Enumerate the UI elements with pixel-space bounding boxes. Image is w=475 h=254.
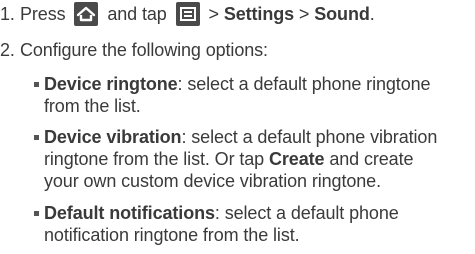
path-sound: Sound — [314, 4, 370, 24]
bullet-icon — [34, 211, 39, 216]
option-desc-cont: your own custom device vibration rington… — [44, 171, 381, 191]
step-text-press: Press — [20, 4, 66, 24]
path-settings: Settings — [223, 4, 295, 24]
step-text-and-tap: and tap — [107, 4, 167, 24]
option-title: Device vibration — [44, 127, 182, 147]
bullet-icon — [34, 82, 39, 87]
option-device-vibration: Device vibration: select a default phone… — [34, 126, 437, 148]
option-desc-cont: notification ringtone from the list. — [44, 225, 300, 245]
option-desc-cont: from the list. — [44, 96, 141, 116]
option-desc: : select a default phone vibration — [181, 127, 438, 147]
option-desc-cont: ringtone from the list. Or tap Create an… — [44, 148, 414, 170]
home-icon — [74, 2, 99, 26]
path-end: . — [369, 4, 375, 24]
step-number: 2. — [0, 40, 15, 60]
menu-icon — [175, 2, 200, 26]
option-device-ringtone: Device ringtone: select a default phone … — [34, 73, 431, 95]
create-label: Create — [269, 149, 325, 169]
option-desc-part: and create — [324, 149, 414, 169]
step-2: 2. Configure the following options: — [0, 39, 268, 61]
step-text: Configure the following options: — [20, 40, 268, 60]
option-default-notifications: Default notifications: select a default … — [34, 202, 399, 224]
instruction-document: 1. Press and tap > Settings > Sound. 2. Co… — [0, 0, 475, 254]
path-separator: > — [203, 4, 224, 24]
option-desc: : select a default phone ringtone — [177, 74, 431, 94]
option-title: Default notifications — [44, 203, 215, 223]
option-desc-part: ringtone from the list. Or tap — [44, 149, 269, 169]
bullet-icon — [34, 135, 39, 140]
step-number: 1. — [0, 4, 15, 24]
option-desc: : select a default phone — [214, 203, 399, 223]
step-1: 1. Press and tap > Settings > Sound. — [0, 2, 375, 26]
option-title: Device ringtone — [44, 74, 178, 94]
path-separator: > — [294, 4, 315, 24]
